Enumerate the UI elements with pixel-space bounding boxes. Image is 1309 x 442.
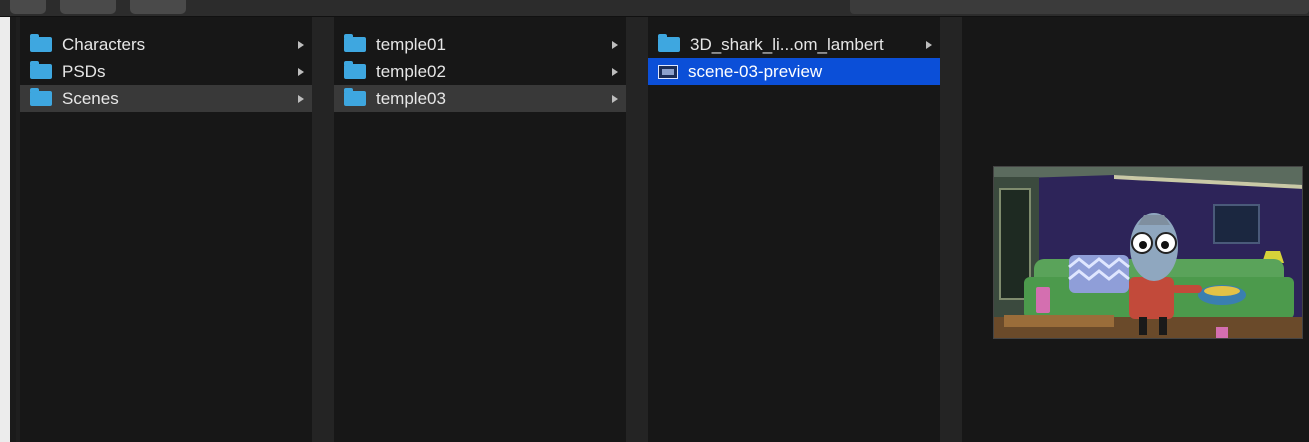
folder-icon	[30, 61, 52, 79]
column-2: temple01 temple02 temple03	[334, 17, 626, 442]
column-resize-handle[interactable]	[312, 17, 334, 442]
item-label: Characters	[62, 34, 146, 54]
column-3: 3D_shark_li...om_lambert scene-03-previe…	[648, 17, 940, 442]
item-label: temple02	[376, 61, 446, 81]
item-label: PSDs	[62, 61, 106, 81]
search-field[interactable]	[850, 0, 1309, 14]
image-file-icon	[658, 64, 678, 79]
window-edge	[0, 17, 10, 442]
folder-icon	[658, 34, 680, 52]
column-1: Characters PSDs Scenes	[20, 17, 312, 442]
toolbar-button[interactable]	[10, 0, 46, 14]
list-item-scene-03-preview[interactable]: scene-03-preview	[648, 58, 940, 85]
folder-icon	[344, 88, 366, 106]
list-item-characters[interactable]: Characters	[20, 31, 312, 58]
item-label: 3D_shark_li...om_lambert	[690, 34, 884, 54]
item-label: scene-03-preview	[688, 61, 823, 81]
folder-icon	[30, 34, 52, 52]
list-item-3d-shark[interactable]: 3D_shark_li...om_lambert	[648, 31, 940, 58]
chevron-right-icon	[612, 67, 618, 76]
chevron-right-icon	[298, 67, 304, 76]
list-item-psds[interactable]: PSDs	[20, 58, 312, 85]
item-label: Scenes	[62, 88, 119, 108]
chevron-right-icon	[612, 94, 618, 103]
view-options-button[interactable]	[60, 0, 116, 14]
folder-icon	[30, 88, 52, 106]
list-item-temple01[interactable]: temple01	[334, 31, 626, 58]
cartoon-scene-image	[994, 167, 1302, 338]
action-button[interactable]	[130, 0, 186, 14]
chevron-right-icon	[612, 40, 618, 49]
column-resize-handle[interactable]	[626, 17, 648, 442]
item-label: temple03	[376, 88, 446, 108]
list-item-scenes[interactable]: Scenes	[20, 85, 312, 112]
chevron-right-icon	[298, 94, 304, 103]
folder-icon	[344, 61, 366, 79]
column-resize-handle[interactable]	[940, 17, 962, 442]
chevron-right-icon	[926, 40, 932, 49]
list-item-temple03[interactable]: temple03	[334, 85, 626, 112]
chevron-right-icon	[298, 40, 304, 49]
preview-thumbnail[interactable]	[993, 166, 1303, 339]
folder-icon	[344, 34, 366, 52]
sidebar-divider	[10, 17, 16, 442]
item-label: temple01	[376, 34, 446, 54]
finder-toolbar	[0, 0, 1309, 17]
list-item-temple02[interactable]: temple02	[334, 58, 626, 85]
